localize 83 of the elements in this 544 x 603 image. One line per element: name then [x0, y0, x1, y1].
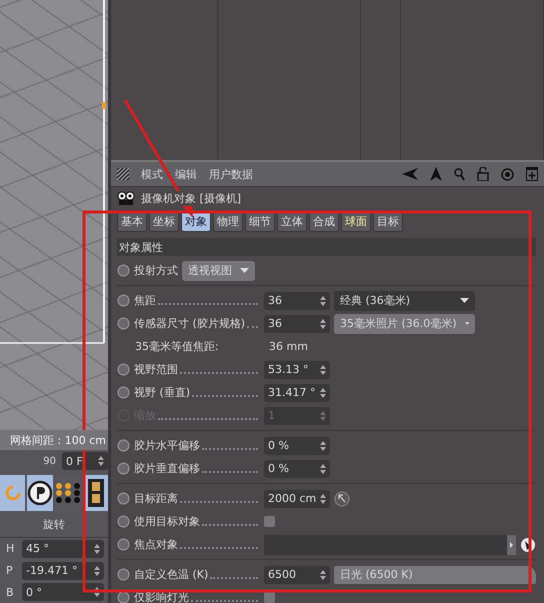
- caret-icon: [240, 268, 249, 273]
- p-circle-icon: [27, 480, 53, 506]
- dots-grid-icon: [55, 482, 81, 504]
- field-label: 焦点对象: [134, 537, 178, 552]
- axis-label: P: [6, 564, 14, 577]
- field-label: 胶片垂直偏移: [134, 461, 200, 476]
- keyframe-circle-icon[interactable]: [117, 363, 130, 376]
- preset-dropdown[interactable]: 经典 (36毫米): [334, 290, 475, 310]
- caret-icon: [460, 298, 469, 303]
- number-field[interactable]: 6500: [264, 566, 330, 584]
- menu-item[interactable]: 用户数据: [209, 166, 253, 182]
- up-arrow-icon[interactable]: [430, 167, 442, 181]
- coordinates-header: 旋转: [0, 512, 108, 538]
- rotation-field[interactable]: 45 °: [22, 540, 104, 558]
- caret-icon: [464, 321, 469, 326]
- timeline-tick: 90: [42, 456, 56, 467]
- number-field[interactable]: 31.417 °: [264, 384, 330, 402]
- menu-item[interactable]: 编辑: [175, 166, 197, 182]
- stepper-arrows-icon: [320, 464, 326, 474]
- film-strip-icon: [88, 478, 104, 507]
- number-field[interactable]: 36: [264, 292, 330, 310]
- stepper-arrows-icon: [94, 587, 100, 598]
- number-field[interactable]: 36: [264, 314, 330, 332]
- stepper-arrows-icon: [94, 566, 100, 576]
- back-arrow-icon[interactable]: [402, 168, 418, 180]
- stepper-arrows-icon: [320, 318, 326, 328]
- field-label: 投射方式: [134, 263, 178, 278]
- number-field[interactable]: 53.13 °: [264, 360, 330, 378]
- camera-icon: [117, 191, 135, 205]
- keyframe-circle-icon[interactable]: [117, 515, 130, 528]
- field-label: 视野范围: [134, 362, 178, 377]
- keyframe-circle-icon[interactable]: [117, 264, 130, 277]
- number-field[interactable]: 2000 cm: [264, 490, 330, 508]
- lock-icon[interactable]: [477, 167, 489, 181]
- grid-spacing-label: 网格间距 : 100 cm: [0, 430, 108, 450]
- stepper-arrows-icon: [320, 410, 326, 420]
- rotate-icon: [2, 482, 22, 503]
- stepper-arrows-icon: [320, 388, 326, 398]
- info-label: 35毫米等值焦距:: [134, 339, 220, 354]
- picker-icon[interactable]: [334, 490, 350, 506]
- stepper-arrows-icon: [320, 570, 326, 580]
- keyframe-circle-icon[interactable]: [117, 386, 130, 399]
- axis-label: B: [6, 586, 15, 599]
- field-label: 焦距: [134, 293, 156, 308]
- frame-field[interactable]: 0 F: [62, 452, 108, 470]
- number-field[interactable]: 0 %: [264, 436, 330, 454]
- checkbox[interactable]: [264, 516, 275, 527]
- picker-icon[interactable]: [520, 536, 536, 552]
- keyframe-circle-icon[interactable]: [117, 462, 130, 475]
- stepper-arrows-icon: [94, 544, 100, 554]
- rotation-field[interactable]: -19.471 °: [22, 562, 104, 580]
- checkbox[interactable]: [264, 592, 275, 603]
- keyframe-circle-icon[interactable]: [117, 538, 130, 551]
- stepper-arrows-icon: [320, 494, 326, 504]
- keyframe-circle-icon[interactable]: [117, 492, 130, 505]
- axis-label: H: [6, 542, 16, 556]
- field-label: 视野 (垂直): [134, 385, 190, 400]
- field-label: 目标距离: [134, 491, 178, 506]
- keyframe-circle-icon[interactable]: [117, 568, 130, 581]
- stepper-arrows-icon: [320, 364, 326, 374]
- stepper-arrows-icon: [320, 296, 326, 306]
- field-label: 自定义色温 (K): [134, 567, 208, 582]
- field-label: 胶片水平偏移: [134, 438, 200, 453]
- stepper-arrows-icon: [98, 456, 104, 466]
- field-label: 仅影响灯光: [134, 590, 189, 603]
- field-label: 使用目标对象: [134, 514, 200, 529]
- playback-tool[interactable]: [27, 474, 53, 511]
- search-icon[interactable]: [454, 168, 465, 180]
- menu-item[interactable]: 模式: [141, 166, 163, 182]
- hatch-icon: [117, 168, 129, 180]
- keyframe-circle-icon[interactable]: [117, 317, 130, 330]
- keyframe-circle-icon[interactable]: [117, 439, 130, 452]
- number-field[interactable]: 0 %: [264, 460, 330, 478]
- field-label: 传感器尺寸 (胶片规格): [134, 316, 246, 331]
- info-value: 36 mm: [269, 340, 308, 353]
- add-panel-icon[interactable]: [526, 167, 538, 181]
- object-title: 摄像机对象 [摄像机]: [141, 190, 242, 206]
- section-header: 对象属性: [117, 238, 536, 256]
- target-icon[interactable]: [501, 168, 514, 180]
- rotation-field[interactable]: 0 °: [22, 583, 104, 602]
- stepper-arrows-icon: [320, 440, 326, 450]
- object-link-field[interactable]: [264, 534, 516, 554]
- keyframe-circle-icon[interactable]: [117, 294, 130, 307]
